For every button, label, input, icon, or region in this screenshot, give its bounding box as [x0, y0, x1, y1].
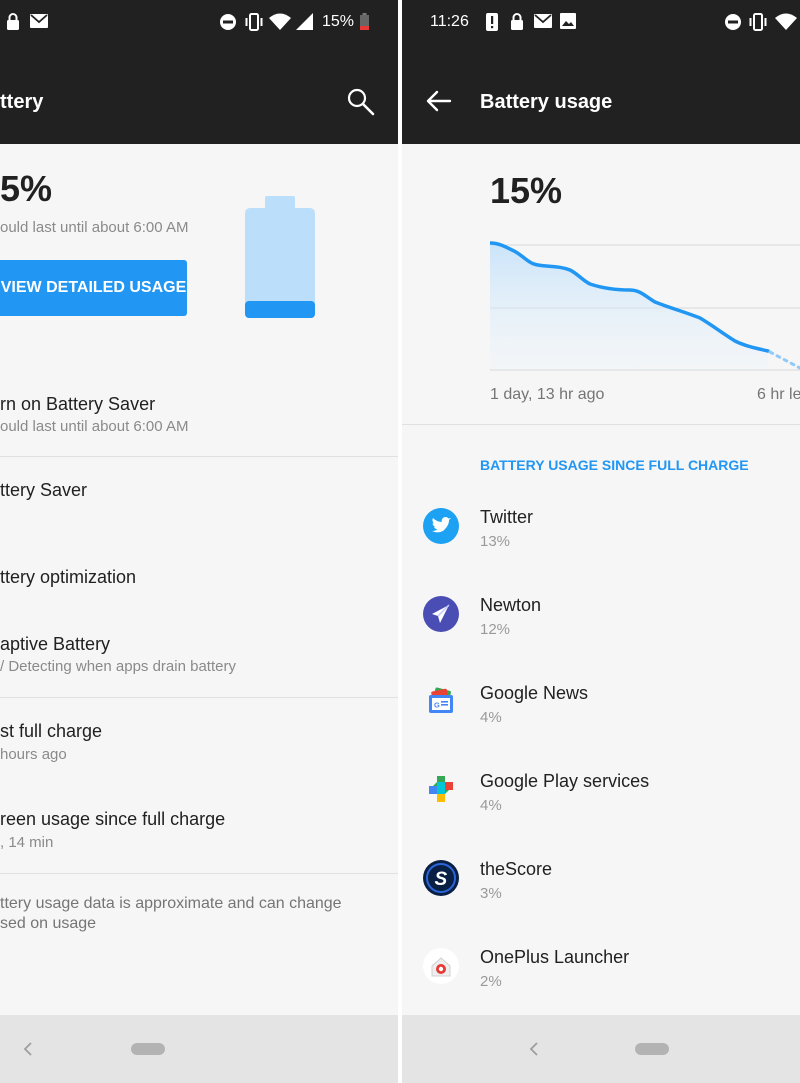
- list-item[interactable]: G Google News 4%: [402, 676, 800, 736]
- graph-projection-line: [768, 350, 800, 370]
- footnote-line-1: ttery usage data is approximate and can …: [0, 895, 342, 912]
- app-percent: 4%: [480, 709, 502, 726]
- battery-optimization-item[interactable]: ttery optimization: [0, 567, 136, 588]
- app-name: OnePlus Launcher: [480, 947, 630, 967]
- home-pill[interactable]: [131, 1043, 165, 1055]
- lock-icon: [7, 13, 19, 30]
- app-percent: 13%: [480, 533, 511, 550]
- divider: [0, 873, 398, 874]
- battery-usage-panel: 11:26 Battery usage 15% 1 day, 13 hr ago…: [402, 0, 800, 1083]
- google-play-services-icon: [429, 776, 453, 802]
- thescore-icon: S: [423, 860, 459, 896]
- app-name: Twitter: [480, 507, 534, 527]
- mail-icon: [30, 14, 48, 28]
- battery-history-graph: [490, 241, 800, 371]
- app-percent: 12%: [480, 621, 511, 638]
- vibrate-icon: [245, 13, 263, 31]
- vibrate-icon: [749, 13, 767, 31]
- cellular-signal-icon: [296, 13, 313, 30]
- status-bar: 15%: [0, 0, 398, 45]
- back-nav-icon[interactable]: [528, 1042, 540, 1056]
- list-item[interactable]: Twitter 13%: [402, 500, 800, 560]
- app-name: Google Play services: [480, 771, 650, 791]
- last-full-charge-title: st full charge: [0, 721, 103, 741]
- last-full-charge-value: hours ago: [0, 746, 67, 763]
- lock-icon: [511, 13, 523, 30]
- app-name: Newton: [480, 595, 542, 615]
- battery-large-icon: [245, 196, 315, 318]
- newton-icon: [423, 596, 459, 632]
- app-name: theScore: [480, 859, 553, 879]
- twitter-icon: [423, 508, 459, 544]
- divider: [0, 697, 398, 698]
- app-name: Google News: [480, 683, 589, 703]
- do-not-disturb-icon: [220, 14, 236, 30]
- adaptive-battery-title[interactable]: aptive Battery: [0, 634, 110, 655]
- wifi-icon: [269, 13, 291, 30]
- graph-end-label: 6 hr le: [757, 386, 800, 403]
- battery-saver-toggle-title[interactable]: rn on Battery Saver: [0, 394, 155, 415]
- navigation-bar: [0, 1015, 398, 1083]
- list-item[interactable]: S theScore 3%: [402, 852, 800, 912]
- battery-percent-text: 15%: [322, 13, 355, 30]
- battery-status-icon: [360, 13, 369, 30]
- toolbar: Battery usage: [402, 45, 800, 144]
- list-item[interactable]: Newton 12%: [402, 588, 800, 648]
- section-header: BATTERY USAGE SINCE FULL CHARGE: [480, 457, 749, 473]
- do-not-disturb-icon: [725, 14, 741, 30]
- graph-start-label: 1 day, 13 hr ago: [490, 386, 605, 403]
- clock-text: 11:26: [430, 13, 469, 30]
- image-icon: [560, 13, 576, 29]
- navigation-bar: [402, 1015, 800, 1083]
- view-detailed-usage-button[interactable]: VIEW DETAILED USAGE: [0, 260, 187, 316]
- divider: [402, 424, 800, 425]
- battery-saver-item[interactable]: ttery Saver: [0, 480, 87, 501]
- list-item[interactable]: OnePlus Launcher 2%: [402, 940, 800, 1000]
- back-arrow-icon[interactable]: [426, 90, 452, 112]
- search-icon[interactable]: [347, 88, 375, 116]
- adaptive-battery-subtitle: / Detecting when apps drain battery: [0, 658, 236, 675]
- status-bar: 11:26: [402, 0, 800, 45]
- battery-settings-panel: 15% ttery 5% ould last until about 6:00 …: [0, 0, 398, 1083]
- screen-usage-title: reen usage since full charge: [0, 809, 226, 829]
- toolbar: ttery: [0, 45, 398, 144]
- screen-usage-value: , 14 min: [0, 834, 54, 851]
- battery-saver-toggle-subtitle: ould last until about 6:00 AM: [0, 418, 189, 435]
- app-percent: 2%: [480, 973, 502, 990]
- svg-text:G: G: [434, 701, 440, 710]
- page-title: ttery: [0, 91, 44, 113]
- oneplus-launcher-icon: [423, 948, 459, 984]
- list-item[interactable]: Google Play services 4%: [402, 764, 800, 824]
- svg-text:S: S: [435, 869, 448, 890]
- app-percent: 4%: [480, 797, 502, 814]
- wifi-icon: [775, 13, 797, 30]
- battery-percentage: 15%: [490, 170, 563, 211]
- mail-icon: [534, 14, 552, 28]
- google-news-icon: G: [429, 687, 453, 713]
- back-nav-icon[interactable]: [22, 1042, 34, 1056]
- battery-estimate: ould last until about 6:00 AM: [0, 219, 189, 236]
- divider: [0, 456, 398, 457]
- page-title: Battery usage: [480, 91, 613, 113]
- home-pill[interactable]: [635, 1043, 669, 1055]
- alert-icon: [486, 13, 498, 31]
- app-percent: 3%: [480, 885, 502, 902]
- battery-percentage: 5%: [0, 168, 53, 209]
- footnote-line-2: sed on usage: [0, 915, 97, 932]
- battery-level-fill: [245, 301, 315, 318]
